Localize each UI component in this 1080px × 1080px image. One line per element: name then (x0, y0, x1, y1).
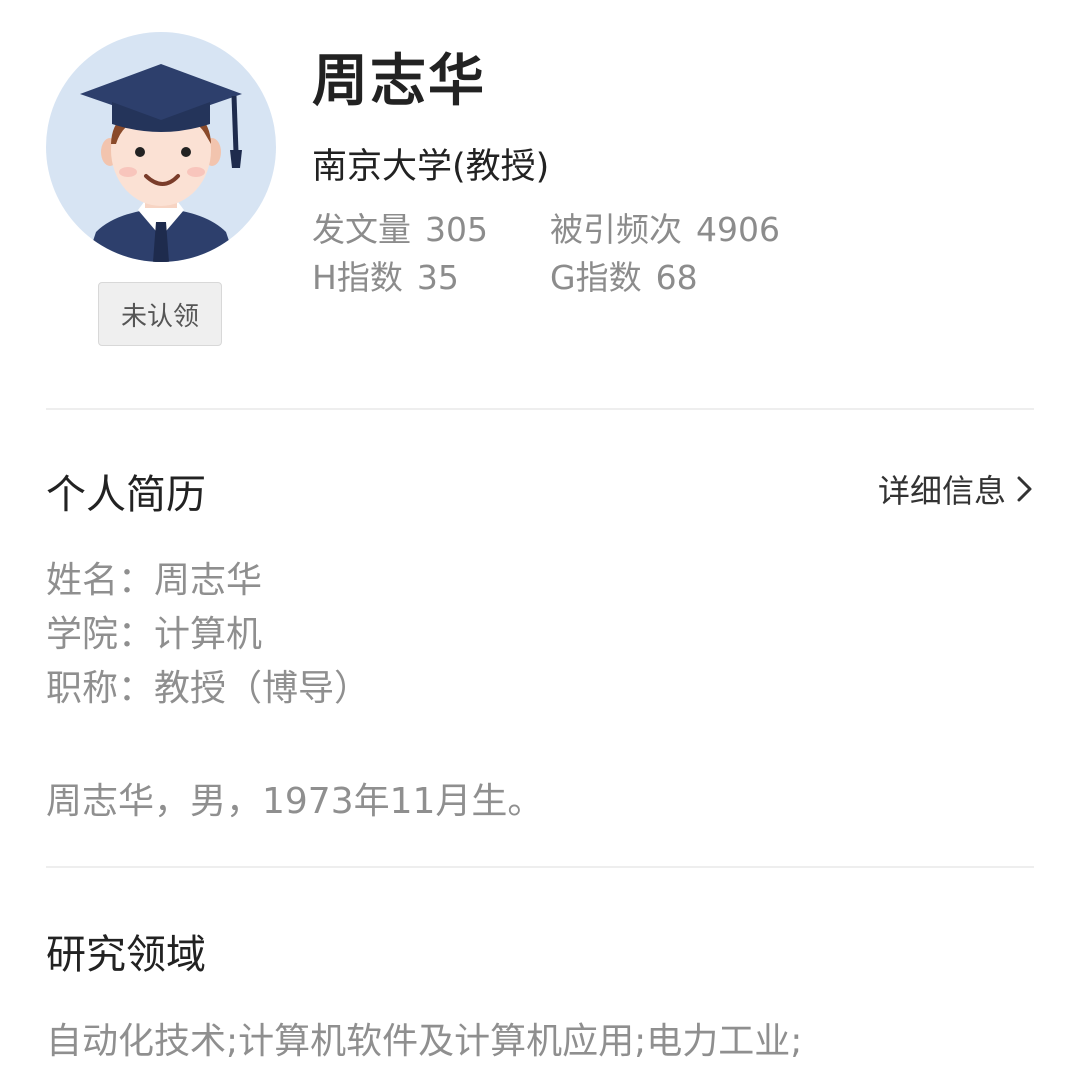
bio-fields: 姓名周志华 学院计算机 职称教授（博导） (46, 554, 370, 716)
bio-section-title: 个人简历 (46, 472, 206, 518)
stat-value: 68 (655, 258, 698, 297)
graduate-avatar-icon (80, 64, 242, 262)
bio-field-key: 学院 (46, 614, 154, 655)
bio-summary: 周志华，男，1973年11月生。 (46, 781, 544, 822)
avatar[interactable] (46, 32, 276, 262)
stat-publications: 发文量 305 (312, 206, 550, 254)
research-section-title: 研究领域 (46, 932, 206, 978)
stat-label: 发文量 (312, 210, 411, 249)
bio-field-college: 学院计算机 (46, 608, 370, 662)
stat-label: G指数 (550, 258, 642, 297)
stat-citations: 被引频次 4906 (550, 206, 780, 254)
stat-label: H指数 (312, 258, 403, 297)
stat-h-index: H指数 35 (312, 254, 550, 302)
detail-info-link[interactable]: 详细信息 (878, 466, 1034, 512)
chevron-right-icon (1017, 476, 1032, 502)
stat-value: 35 (416, 258, 459, 297)
stat-value: 4906 (696, 210, 780, 249)
stat-value: 305 (425, 210, 488, 249)
detail-info-label: 详细信息 (877, 472, 1006, 510)
research-fields-text: 自动化技术;计算机软件及计算机应用;电力工业; (46, 1021, 803, 1062)
stat-label: 被引频次 (550, 210, 682, 249)
bio-field-value: 教授（博导） (154, 668, 371, 709)
bio-field-key: 职称 (46, 668, 154, 709)
stat-g-index: G指数 68 (550, 254, 698, 302)
bio-field-value: 周志华 (154, 560, 263, 601)
profile-name: 周志华 (312, 49, 486, 114)
profile-institution: 南京大学(教授) (312, 147, 550, 187)
section-divider (46, 866, 1034, 868)
section-divider (46, 408, 1034, 410)
claim-status-badge[interactable]: 未认领 (98, 282, 222, 346)
stats-row-2: H指数 35 G指数 68 (312, 254, 780, 302)
bio-field-name: 姓名周志华 (46, 554, 370, 608)
stats-row-1: 发文量 305 被引频次 4906 (312, 206, 780, 254)
profile-stats: 发文量 305 被引频次 4906 H指数 35 G指数 68 (312, 206, 780, 302)
avatar-container (46, 32, 276, 262)
bio-field-title: 职称教授（博导） (46, 662, 370, 716)
bio-field-value: 计算机 (154, 614, 263, 655)
bio-field-key: 姓名 (46, 560, 154, 601)
